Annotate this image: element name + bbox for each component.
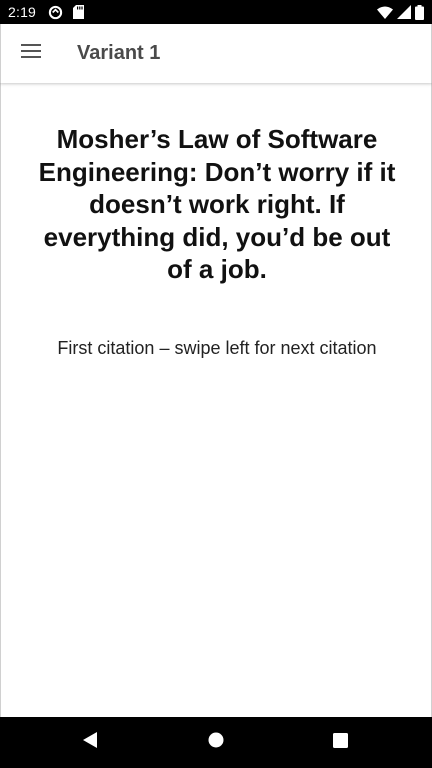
back-icon [82, 731, 98, 754]
battery-icon [415, 4, 424, 20]
quote-text: Mosher’s Law of Software Engineering: Do… [38, 124, 396, 284]
recents-icon [332, 732, 348, 753]
home-button[interactable] [180, 717, 252, 768]
sd-card-icon [73, 5, 85, 19]
content-area[interactable]: Mosher’s Law of Software Engineering: Do… [0, 83, 432, 717]
app-bar: Variant 1 [0, 24, 432, 83]
home-icon [208, 732, 224, 753]
wifi-icon [377, 6, 393, 19]
hamburger-menu-icon [21, 43, 41, 64]
data-saver-icon [48, 5, 63, 20]
screen: 2:19 Variant 1 Mosher’s Law of Software … [0, 0, 432, 768]
app-title: Variant 1 [77, 42, 161, 64]
status-right-icons [377, 0, 424, 24]
status-bar: 2:19 [0, 0, 432, 24]
recents-button[interactable] [304, 717, 376, 768]
navigation-bar [0, 717, 432, 768]
status-left-icons [48, 5, 85, 20]
signal-icon [397, 5, 411, 19]
back-button[interactable] [54, 717, 126, 768]
citation-hint: First citation – swipe left for next cit… [57, 338, 377, 358]
menu-button[interactable] [3, 26, 59, 82]
status-time: 2:19 [8, 4, 37, 20]
